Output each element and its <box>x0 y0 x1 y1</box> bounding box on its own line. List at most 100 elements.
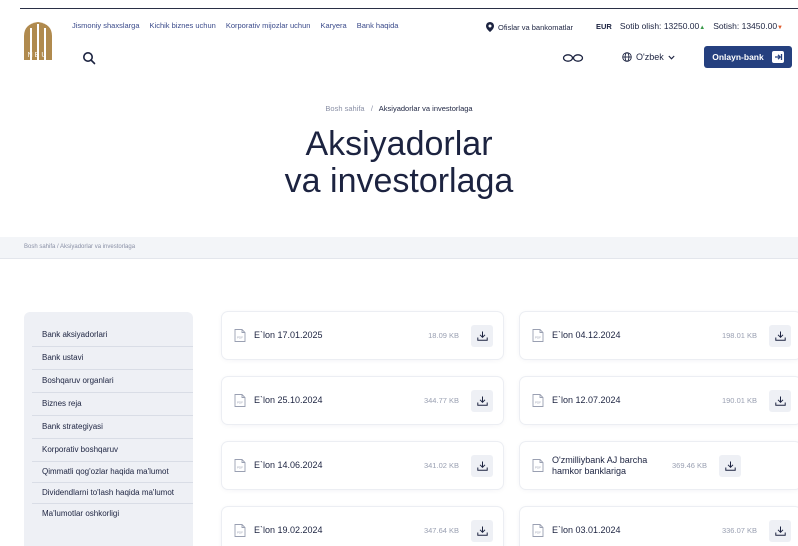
document-size: 347.64 KB <box>423 526 459 535</box>
nav-individuals[interactable]: Jismoniy shaxslarga <box>72 21 140 30</box>
globe-icon <box>622 52 632 62</box>
document-size: 369.46 KB <box>672 461 708 470</box>
svg-text:PDF: PDF <box>237 401 243 405</box>
logo-text: NBU <box>28 52 49 59</box>
nav-about[interactable]: Bank haqida <box>357 21 399 30</box>
breadcrumb: Bosh sahifa / Aksiyadorlar va investorla… <box>0 104 798 113</box>
document-size: 341.02 KB <box>423 461 459 470</box>
pdf-file-icon: PDF <box>234 524 246 537</box>
document-card[interactable]: PDF E`lon 19.02.2024 347.64 KB <box>222 507 503 546</box>
document-size: 190.01 KB <box>721 396 757 405</box>
pdf-file-icon: PDF <box>234 329 246 342</box>
breadcrumb-current: Aksiyadorlar va investorlaga <box>378 104 473 113</box>
document-title: O'zmilliybank AJ barcha hamkor banklarig… <box>552 454 648 476</box>
download-button[interactable] <box>769 324 791 347</box>
sell-value: 13450.00 <box>741 21 778 31</box>
svg-text:PDF: PDF <box>535 401 541 405</box>
download-icon <box>476 461 488 471</box>
exchange-rates: EUR Sotib olish: 13250.00▲ Sotish: 13450… <box>596 21 783 31</box>
download-icon <box>724 461 736 471</box>
sidebar-item-charter[interactable]: Bank ustavi <box>32 347 193 370</box>
search-icon[interactable] <box>82 51 96 65</box>
document-card[interactable]: PDF E`lon 25.10.2024 344.77 KB <box>222 377 503 424</box>
breadcrumb-band: Bosh sahifa / Aksiyadorlar va investorla… <box>0 237 798 259</box>
buy-label: Sotib olish: <box>619 21 662 31</box>
download-button[interactable] <box>719 454 742 477</box>
document-card[interactable]: PDF E`lon 04.12.2024 198.01 KB <box>520 312 798 359</box>
rate-down-icon: ▼ <box>777 25 783 31</box>
document-size: 198.01 KB <box>721 331 757 340</box>
top-divider <box>20 8 798 9</box>
pdf-file-icon: PDF <box>234 459 246 472</box>
svg-text:PDF: PDF <box>237 336 243 340</box>
online-bank-button[interactable]: Onlayn-bank <box>704 46 792 68</box>
download-button[interactable] <box>471 389 493 412</box>
nav-corporate[interactable]: Korporativ mijozlar uchun <box>226 21 311 30</box>
sidebar-item-strategy[interactable]: Bank strategiyasi <box>32 416 193 439</box>
online-bank-label: Onlayn-bank <box>712 52 764 62</box>
pdf-file-icon: PDF <box>234 394 246 407</box>
sidebar-item-business-plan[interactable]: Biznes reja <box>32 393 193 416</box>
download-icon <box>476 396 488 406</box>
document-size: 336.07 KB <box>721 526 757 535</box>
currency-code[interactable]: EUR <box>596 22 612 31</box>
document-card[interactable]: PDF E`lon 03.01.2024 336.07 KB <box>520 507 798 546</box>
pdf-file-icon: PDF <box>532 394 544 407</box>
breadcrumb-separator: / <box>370 104 373 113</box>
language-label: O'zbek <box>636 52 664 62</box>
breadcrumb-home[interactable]: Bosh sahifa <box>325 104 364 113</box>
document-title: E`lon 04.12.2024 <box>552 330 621 340</box>
document-card[interactable]: PDF E`lon 14.06.2024 341.02 KB <box>222 442 503 489</box>
download-button[interactable] <box>471 519 493 542</box>
download-button[interactable] <box>769 389 791 412</box>
document-title: E`lon 19.02.2024 <box>254 525 323 535</box>
pdf-file-icon: PDF <box>532 329 544 342</box>
download-button[interactable] <box>471 454 493 477</box>
download-icon <box>774 396 786 406</box>
nav-small-business[interactable]: Kichik biznes uchun <box>150 21 216 30</box>
document-card[interactable]: PDF E`lon 17.01.2025 18.09 KB <box>222 312 503 359</box>
offices-label: Ofislar va bankomatlar <box>498 22 574 32</box>
download-icon <box>476 331 488 341</box>
download-icon <box>476 526 488 536</box>
sidebar-item-securities[interactable]: Qimmatli qog'ozlar haqida ma'lumot <box>32 462 193 483</box>
page-title: Aksiyadorlar va investorlaga <box>0 126 798 200</box>
download-button[interactable] <box>471 324 493 347</box>
top-navigation: Jismoniy shaxslarga Kichik biznes uchun … <box>72 21 398 30</box>
offices-link[interactable]: Ofislar va bankomatlar <box>486 22 573 32</box>
document-title: E`lon 25.10.2024 <box>254 395 323 405</box>
document-title: E`lon 17.01.2025 <box>254 330 323 340</box>
accessibility-glasses-icon[interactable] <box>562 52 584 64</box>
sidebar-item-shareholders[interactable]: Bank aksiyadorlari <box>32 325 193 347</box>
pdf-file-icon: PDF <box>532 459 544 472</box>
breadcrumb-band-text[interactable]: Bosh sahifa / Aksiyadorlar va investorla… <box>24 244 135 250</box>
page-title-line-1: Aksiyadorlar <box>305 125 493 163</box>
svg-text:PDF: PDF <box>535 336 541 340</box>
download-icon <box>774 331 786 341</box>
sidebar-item-governance-bodies[interactable]: Boshqaruv organlari <box>32 370 193 393</box>
sidebar-item-dividends[interactable]: Dividendlarni to'lash haqida ma'lumot <box>32 483 193 504</box>
svg-text:PDF: PDF <box>535 466 541 470</box>
svg-text:PDF: PDF <box>535 531 541 535</box>
sell-rate: Sotish: 13450.00▼ <box>713 21 783 31</box>
language-selector[interactable]: O'zbek <box>622 52 675 62</box>
document-card[interactable]: PDF E`lon 12.07.2024 190.01 KB <box>520 377 798 424</box>
document-title: E`lon 14.06.2024 <box>254 460 323 470</box>
location-pin-icon <box>486 22 494 32</box>
nbu-logo[interactable]: NBU <box>22 20 54 62</box>
sidebar-item-corporate-governance[interactable]: Korporativ boshqaruv <box>32 439 193 462</box>
pdf-file-icon: PDF <box>532 524 544 537</box>
buy-value: 13250.00 <box>663 21 700 31</box>
sidebar-menu: Bank aksiyadorlari Bank ustavi Boshqaruv… <box>24 312 193 546</box>
nav-career[interactable]: Karyera <box>320 21 346 30</box>
document-card[interactable]: PDF O'zmilliybank AJ barcha hamkor bankl… <box>520 442 798 489</box>
sidebar-item-disclosure[interactable]: Ma'lumotlar oshkorligi <box>32 504 193 524</box>
sell-label: Sotish: <box>713 21 740 31</box>
rate-up-icon: ▲ <box>699 25 706 31</box>
buy-rate: Sotib olish: 13250.00▲ <box>620 21 705 31</box>
download-icon <box>774 526 786 536</box>
document-size: 344.77 KB <box>423 396 459 405</box>
chevron-down-icon <box>668 55 675 60</box>
download-button[interactable] <box>769 519 791 542</box>
document-size: 18.09 KB <box>428 331 459 340</box>
